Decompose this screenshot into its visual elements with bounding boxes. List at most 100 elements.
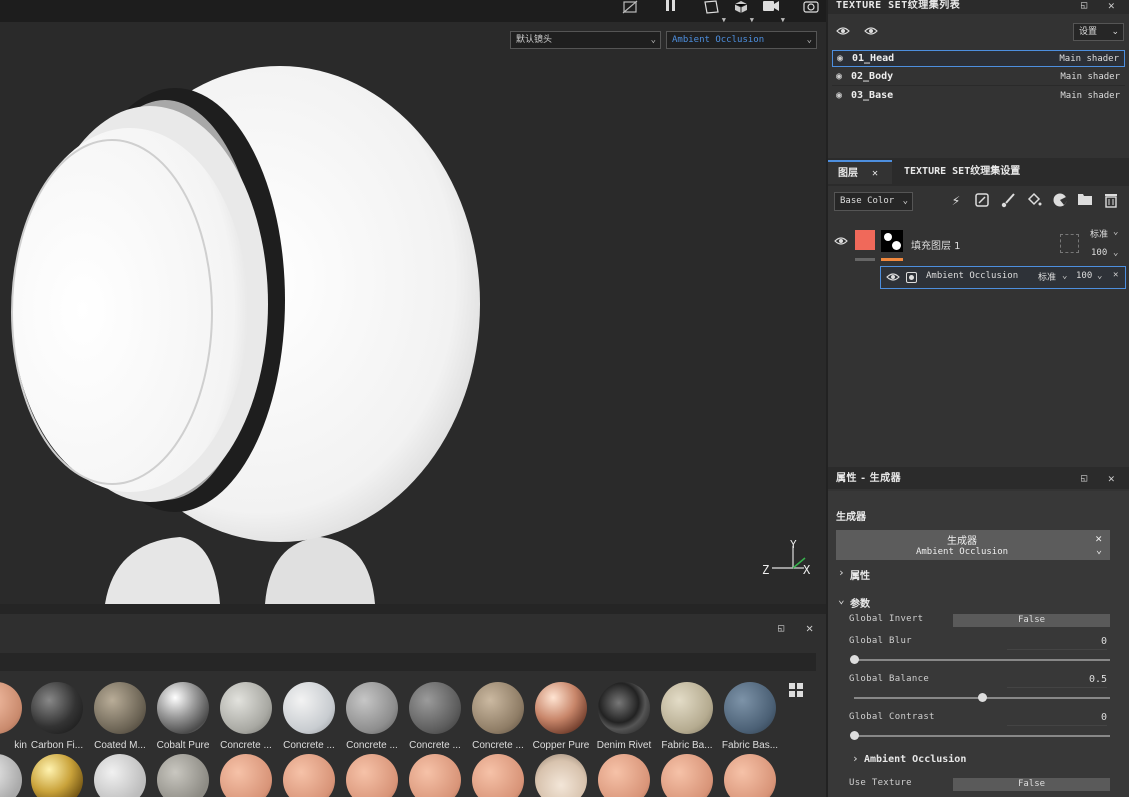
global-contrast-value[interactable]: 0 [1007, 712, 1107, 726]
material-item[interactable]: Cobalt Pure [152, 682, 214, 751]
material-preview[interactable] [598, 754, 650, 797]
chevron-down-icon[interactable]: ⌄ [838, 593, 845, 606]
hide-icon[interactable] [622, 0, 638, 16]
material-item[interactable]: Concrete ... [404, 682, 466, 751]
eye-icon[interactable]: ◉ [837, 51, 843, 67]
refresh-visibility-icon[interactable] [836, 25, 850, 40]
layer-opacity[interactable]: 100 [1091, 248, 1107, 258]
effect-blend-mode[interactable]: 标准 [1038, 270, 1056, 283]
material-item[interactable]: Concrete ... [341, 682, 403, 751]
material-preview[interactable] [94, 754, 146, 797]
material-item[interactable]: kin [0, 682, 27, 751]
global-invert-toggle[interactable]: False [953, 614, 1110, 627]
material-preview[interactable] [472, 754, 524, 797]
material-item[interactable]: Coated M... [89, 682, 151, 751]
material-item[interactable]: Fabric Ba... [656, 682, 718, 751]
global-contrast-slider[interactable] [850, 731, 1110, 740]
eye-icon[interactable]: ◉ [836, 88, 842, 104]
texture-set-row[interactable]: ◉ 02_Body Main shader [832, 69, 1125, 86]
eye-icon[interactable] [886, 272, 900, 285]
panel-title: 属性 - 生成器 [836, 473, 902, 484]
close-icon[interactable]: ✕ [1108, 0, 1115, 12]
shelf-search-bar[interactable] [0, 653, 816, 671]
group-params[interactable]: 参数 [850, 595, 870, 610]
eye-icon[interactable]: ◉ [836, 69, 842, 85]
material-item[interactable]: Fabric Bas... [719, 682, 781, 751]
fill-layer-row[interactable]: 填充图层 1 标准 ⌄ 100 ⌄ [828, 222, 1129, 264]
settings-button[interactable]: 设置 ⌄ [1073, 23, 1124, 41]
global-contrast-slider-knob[interactable] [850, 731, 859, 740]
global-balance-slider[interactable] [854, 693, 1110, 702]
material-item[interactable]: Concrete ... [467, 682, 529, 751]
grid-view-icon[interactable] [788, 682, 804, 701]
global-blur-slider-knob[interactable] [850, 655, 859, 664]
close-icon[interactable]: ✕ [1108, 472, 1115, 485]
pause-icon[interactable] [665, 0, 677, 16]
material-preview[interactable] [220, 754, 272, 797]
texture-set-row[interactable]: ◉ 01_Head Main shader [832, 50, 1125, 67]
material-label: Concrete ... [220, 740, 272, 751]
magic-wand-icon[interactable]: ⚡ [947, 192, 965, 210]
material-preview[interactable] [157, 754, 209, 797]
material-item[interactable]: Carbon Fi... [26, 682, 88, 751]
maximize-icon[interactable]: ◱ [1081, 473, 1087, 484]
tab-layers[interactable]: 图层 ✕ [828, 160, 892, 184]
material-preview[interactable] [0, 754, 22, 797]
fill-color-thumbnail[interactable] [855, 230, 875, 250]
paint-brush-icon[interactable] [999, 192, 1017, 210]
folder-icon[interactable] [1076, 192, 1094, 210]
eye-icon[interactable] [864, 25, 878, 40]
3d-viewport[interactable]: ▼ ▼ ▼ 默认镜头 ⌄ Ambient Occlusion ⌄ Y Z X [0, 0, 826, 604]
smart-material-icon[interactable] [1051, 192, 1069, 210]
generator-title: 生成器 [947, 536, 977, 547]
tab-texture-set-settings[interactable]: TEXTURE SET纹理集设置 [894, 160, 1034, 184]
material-preview[interactable] [661, 754, 713, 797]
texture-set-row[interactable]: ◉ 03_Base Main shader [832, 88, 1125, 105]
material-preview[interactable] [31, 754, 83, 797]
material-item[interactable]: Concrete ... [278, 682, 340, 751]
texture-set-name: 01_Head [852, 53, 895, 64]
layer-blend-mode[interactable]: 标准 [1090, 227, 1108, 240]
group-attributes[interactable]: 属性 [850, 567, 870, 582]
effect-opacity[interactable]: 100 [1076, 271, 1092, 281]
maximize-icon[interactable]: ◱ [778, 623, 784, 634]
global-blur-value[interactable]: 0 [1007, 636, 1107, 650]
global-blur-slider[interactable] [850, 655, 1110, 664]
material-preview[interactable] [535, 754, 587, 797]
use-texture-toggle[interactable]: False [953, 778, 1110, 791]
effect-row[interactable]: Ambient Occlusion 标准 ⌄ 100 ⌄ ✕ [880, 266, 1126, 289]
eye-icon[interactable] [834, 236, 848, 249]
screenshot-icon[interactable] [803, 0, 819, 16]
chevron-right-icon[interactable]: › [852, 752, 859, 765]
material-preview[interactable] [346, 754, 398, 797]
layer-mask-slot[interactable] [1060, 234, 1079, 253]
close-icon[interactable]: ✕ [872, 162, 878, 186]
material-preview[interactable] [283, 754, 335, 797]
close-icon[interactable]: ✕ [1095, 532, 1102, 545]
chevron-down-icon[interactable]: ⌄ [1096, 545, 1102, 556]
mask-thumbnail[interactable] [881, 230, 903, 252]
channel-select[interactable]: Base Color ⌄ [834, 192, 913, 211]
chevron-down-icon: ⌄ [1062, 271, 1068, 281]
material-preview[interactable] [724, 754, 776, 797]
fill-bucket-icon[interactable] [1025, 192, 1043, 210]
cube-icon[interactable]: ▼ [734, 0, 754, 24]
material-preview[interactable] [409, 754, 461, 797]
global-balance-slider-knob[interactable] [978, 693, 987, 702]
global-balance-value[interactable]: 0.5 [1007, 674, 1107, 688]
chevron-right-icon[interactable]: › [838, 566, 845, 579]
generator-selector[interactable]: 生成器 Ambient Occlusion ✕ ⌄ [836, 530, 1110, 560]
subgroup-ambient-occlusion[interactable]: Ambient Occlusion [864, 754, 966, 765]
frame-icon[interactable]: ▼ [704, 0, 726, 24]
properties-header: 属性 - 生成器 ◱ ✕ [828, 467, 1129, 489]
maximize-icon[interactable]: ◱ [1081, 0, 1087, 11]
settings-button-label: 设置 [1079, 27, 1098, 37]
trash-icon[interactable] [1102, 192, 1120, 210]
material-item[interactable]: Copper Pure [530, 682, 592, 751]
material-item[interactable]: Concrete ... [215, 682, 277, 751]
close-icon[interactable]: ✕ [1113, 270, 1118, 280]
material-item[interactable]: Denim Rivet [593, 682, 655, 751]
mask-icon[interactable] [973, 192, 991, 210]
close-icon[interactable]: ✕ [806, 621, 813, 635]
camera-icon[interactable]: ▼ [763, 0, 785, 24]
